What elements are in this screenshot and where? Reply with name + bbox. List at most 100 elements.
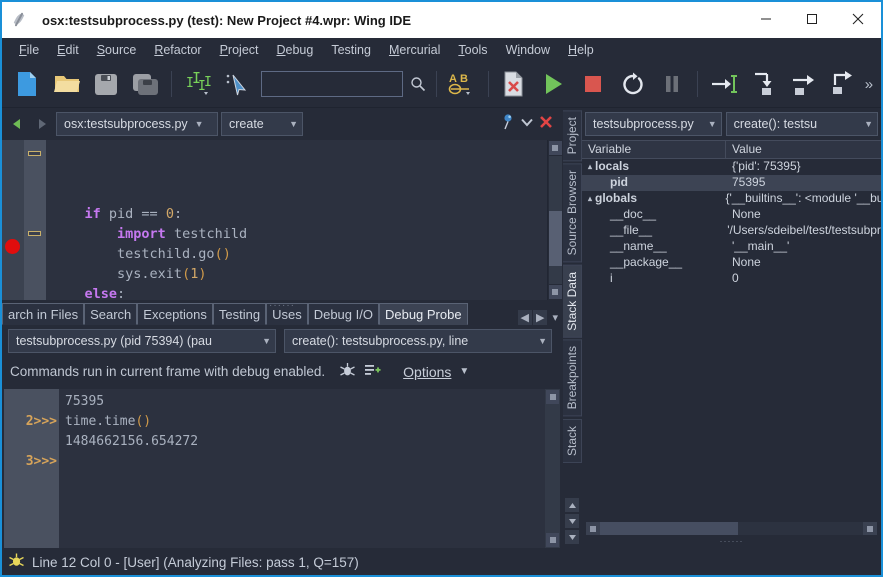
hscroll-thumb[interactable] [600, 522, 738, 535]
side-tab-down-button-2[interactable] [565, 530, 579, 544]
expander-icon[interactable]: ▴ [588, 162, 592, 171]
fold-marker[interactable] [28, 231, 41, 236]
side-tab-project[interactable]: Project [562, 110, 582, 162]
bottom-tab-debug-probe[interactable]: Debug Probe [378, 302, 468, 325]
menu-item-window[interactable]: Window [497, 41, 559, 59]
variables-table[interactable]: ▴ locals {'pid': 75395} pid 75395 ▴ globals {'_… [582, 159, 881, 519]
bottom-tab-prev-icon[interactable]: ◀ [517, 309, 532, 325]
source-editor[interactable]: 75395 if pid == 0: import testchild test… [2, 140, 562, 300]
hscroll-right-button[interactable] [863, 522, 877, 535]
nav-back-icon[interactable] [6, 111, 28, 137]
bottom-tab-next-icon[interactable]: ▶ [533, 309, 548, 325]
code-line[interactable]: else: [46, 284, 547, 300]
toolbar-overflow-button[interactable]: » [863, 76, 875, 93]
table-row[interactable]: ▴ globals {'__builtins__': <module '__buil [582, 191, 881, 207]
code-line[interactable]: import testchild [46, 224, 547, 244]
step-out-icon[interactable] [823, 64, 862, 105]
run-icon[interactable] [534, 64, 573, 105]
bottom-tab-menu-icon[interactable]: ▾ [552, 311, 558, 324]
side-tab-up-button[interactable] [565, 498, 579, 512]
stackdata-file-combo[interactable]: testsubprocess.py ▼ [585, 112, 722, 136]
column-header-value[interactable]: Value [726, 141, 762, 158]
nav-forward-icon[interactable] [31, 111, 53, 137]
bottom-tab-arch-in-files[interactable]: arch in Files [2, 302, 85, 325]
menu-item-file[interactable]: File [10, 41, 48, 59]
bottom-tab-exceptions[interactable]: Exceptions [137, 302, 213, 325]
hscroll-track[interactable] [600, 522, 863, 535]
save-icon[interactable] [87, 64, 126, 105]
pause-icon[interactable] [653, 64, 692, 105]
stackdata-frame-combo[interactable]: create(): testsu ▼ [725, 112, 878, 136]
code-lines[interactable]: 75395 if pid == 0: import testchild test… [46, 140, 547, 300]
table-row[interactable]: ▴ locals {'pid': 75395} [582, 159, 881, 175]
menu-item-refactor[interactable]: Refactor [145, 41, 210, 59]
column-header-variable[interactable]: Variable [582, 141, 726, 158]
probe-frame-combo[interactable]: create(): testsubprocess.py, line ▼ [284, 328, 552, 353]
panel-resize-grip[interactable]: ······ [586, 536, 877, 546]
menu-item-testing[interactable]: Testing [322, 41, 380, 59]
options-button[interactable]: Options [403, 364, 451, 380]
scroll-down-button[interactable] [548, 284, 562, 299]
console-scroll-down[interactable] [546, 533, 559, 547]
indent-guides-icon[interactable]: I I I I [178, 64, 217, 105]
expander-icon[interactable]: ▴ [588, 194, 592, 203]
table-row[interactable]: __file__ '/Users/sdeibel/test/testsubpro [582, 223, 881, 239]
step-into-stmt-icon[interactable] [744, 64, 783, 105]
scroll-track[interactable] [548, 156, 562, 284]
editor-close-icon[interactable] [538, 114, 554, 135]
side-tab-stack-data[interactable]: Stack Data [562, 264, 582, 338]
side-tab-source-browser[interactable]: Source Browser [562, 163, 582, 263]
debug-probe-console[interactable]: 2>>> 3>>> 75395 time.time() 1484662156.654… [4, 388, 560, 549]
panel-drag-handle[interactable]: ······ [269, 300, 295, 311]
step-into-icon[interactable] [704, 64, 743, 105]
console-scroll-track[interactable] [546, 404, 559, 532]
close-button[interactable] [835, 2, 881, 36]
side-tab-stack[interactable]: Stack [562, 418, 582, 463]
console-input-line[interactable]: time.time() [65, 412, 545, 432]
table-row[interactable]: __name__ '__main__' [582, 239, 881, 255]
menu-item-tools[interactable]: Tools [449, 41, 496, 59]
editor-file-combo[interactable]: osx:testsubprocess.py ▼ [56, 112, 218, 136]
table-row[interactable]: __package__ None [582, 255, 881, 271]
scroll-up-button[interactable] [548, 141, 562, 155]
restart-icon[interactable] [613, 64, 652, 105]
fold-marker[interactable] [28, 151, 41, 156]
code-line[interactable]: testchild.go() [46, 244, 547, 264]
new-file-icon[interactable] [8, 64, 47, 105]
table-row[interactable]: __doc__ None [582, 207, 881, 223]
console-scrollbar[interactable] [545, 388, 560, 548]
code-line[interactable]: sys.exit(1) [46, 264, 547, 284]
search-input[interactable] [261, 71, 403, 97]
fold-gutter[interactable] [24, 140, 46, 300]
search-replace-icon[interactable]: A B [443, 64, 482, 105]
hscroll-left-button[interactable] [586, 522, 600, 535]
pin-editor-icon[interactable] [500, 113, 516, 136]
stackdata-horizontal-scrollbar[interactable] [586, 521, 877, 536]
menu-item-source[interactable]: Source [88, 41, 146, 59]
options-chevron-icon[interactable]: ▼ [459, 366, 469, 377]
menu-item-help[interactable]: Help [559, 41, 603, 59]
stop-icon[interactable] [574, 64, 613, 105]
table-row[interactable]: i0 [582, 271, 881, 287]
add-to-watch-icon[interactable] [364, 362, 381, 382]
menu-item-debug[interactable]: Debug [268, 41, 323, 59]
editor-menu-chevron-icon[interactable] [520, 115, 534, 134]
bottom-tab-testing[interactable]: Testing [212, 302, 267, 325]
console-output[interactable]: 75395 time.time() 1484662156.654272 [59, 389, 545, 549]
scroll-thumb[interactable] [548, 211, 562, 266]
selection-pointer-icon[interactable] [218, 64, 257, 105]
search-icon[interactable] [406, 64, 430, 105]
step-over-icon[interactable] [784, 64, 823, 105]
console-scroll-up[interactable] [546, 389, 559, 404]
breakpoint-marker[interactable] [5, 239, 20, 254]
probe-process-combo[interactable]: testsubprocess.py (pid 75394) (pau ▼ [8, 328, 276, 353]
side-tab-down-button[interactable] [565, 514, 579, 528]
maximize-button[interactable] [789, 2, 835, 36]
code-line[interactable]: if pid == 0: [46, 204, 547, 224]
minimize-button[interactable] [743, 2, 789, 36]
bottom-tab-debug-i-o[interactable]: Debug I/O [307, 302, 379, 325]
debug-bug-icon[interactable] [339, 362, 356, 382]
editor-scope-combo[interactable]: create ▼ [221, 112, 303, 136]
bottom-tab-search[interactable]: Search [84, 302, 138, 325]
close-file-icon[interactable] [495, 64, 534, 105]
